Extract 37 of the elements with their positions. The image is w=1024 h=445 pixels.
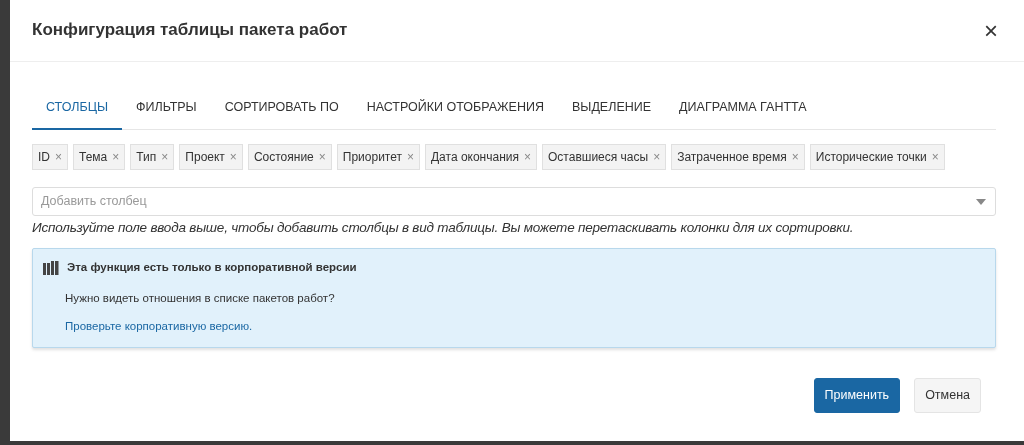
dialog-title: Конфигурация таблицы пакета работ	[32, 20, 348, 41]
dropdown-caret-icon	[976, 198, 986, 205]
column-chip[interactable]: ID ×	[32, 143, 68, 170]
tab[interactable]: ВЫДЕЛЕНИЕ	[558, 88, 666, 130]
column-label: Тема	[79, 148, 108, 166]
tab[interactable]: НАСТРОЙКИ ОТОБРАЖЕНИЯ	[352, 88, 558, 130]
column-chip[interactable]: Исторические точки ×	[809, 143, 945, 170]
column-chip[interactable]: Тема ×	[73, 143, 126, 170]
column-label: Затраченное время	[677, 148, 787, 166]
tab[interactable]: СТОЛБЦЫ	[32, 88, 122, 130]
column-chip[interactable]: Приоритет ×	[336, 143, 420, 170]
column-label: Тип	[136, 148, 157, 166]
column-label: ID	[38, 148, 50, 166]
column-label: Проект	[185, 148, 225, 166]
help-text: Используйте поле ввода выше, чтобы добавить столбцы в вид таблицы. Вы можете перетаскивать колонки для их сортировки.	[32, 218, 855, 237]
column-label: Приоритет	[342, 148, 402, 166]
apply-button[interactable]: Применить	[813, 378, 901, 413]
enterprise-link[interactable]: Проверьте корпоративную версию.	[65, 317, 253, 335]
column-chip[interactable]: Оставшиеся часы ×	[542, 143, 667, 170]
tab[interactable]: ФИЛЬТРЫ	[122, 88, 211, 130]
notice-text: Нужно видеть отношения в списке пакетов работ?	[65, 291, 336, 307]
books-icon	[43, 260, 59, 275]
column-label: Исторические точки	[815, 148, 927, 166]
column-chip[interactable]: Затраченное время ×	[671, 143, 805, 170]
column-chip[interactable]: Тип ×	[130, 143, 175, 170]
column-chip[interactable]: Состояние ×	[247, 143, 332, 170]
column-label: Оставшиеся часы	[548, 148, 649, 166]
column-chip[interactable]: Дата окончания ×	[425, 143, 538, 170]
cancel-button[interactable]: Отмена	[914, 378, 981, 413]
column-chip[interactable]: Проект ×	[179, 143, 243, 170]
notice-title: Эта функция есть только в корпоративной версии	[67, 260, 357, 275]
add-column-field[interactable]: Добавить столбец	[32, 186, 996, 216]
close-button[interactable]: ×	[980, 18, 1002, 43]
tab[interactable]: ДИАГРАММА ГАНТТА	[665, 88, 821, 130]
tab[interactable]: СОРТИРОВАТЬ ПО	[210, 88, 353, 130]
column-label: Дата окончания	[431, 148, 519, 166]
column-label: Состояние	[253, 148, 314, 166]
